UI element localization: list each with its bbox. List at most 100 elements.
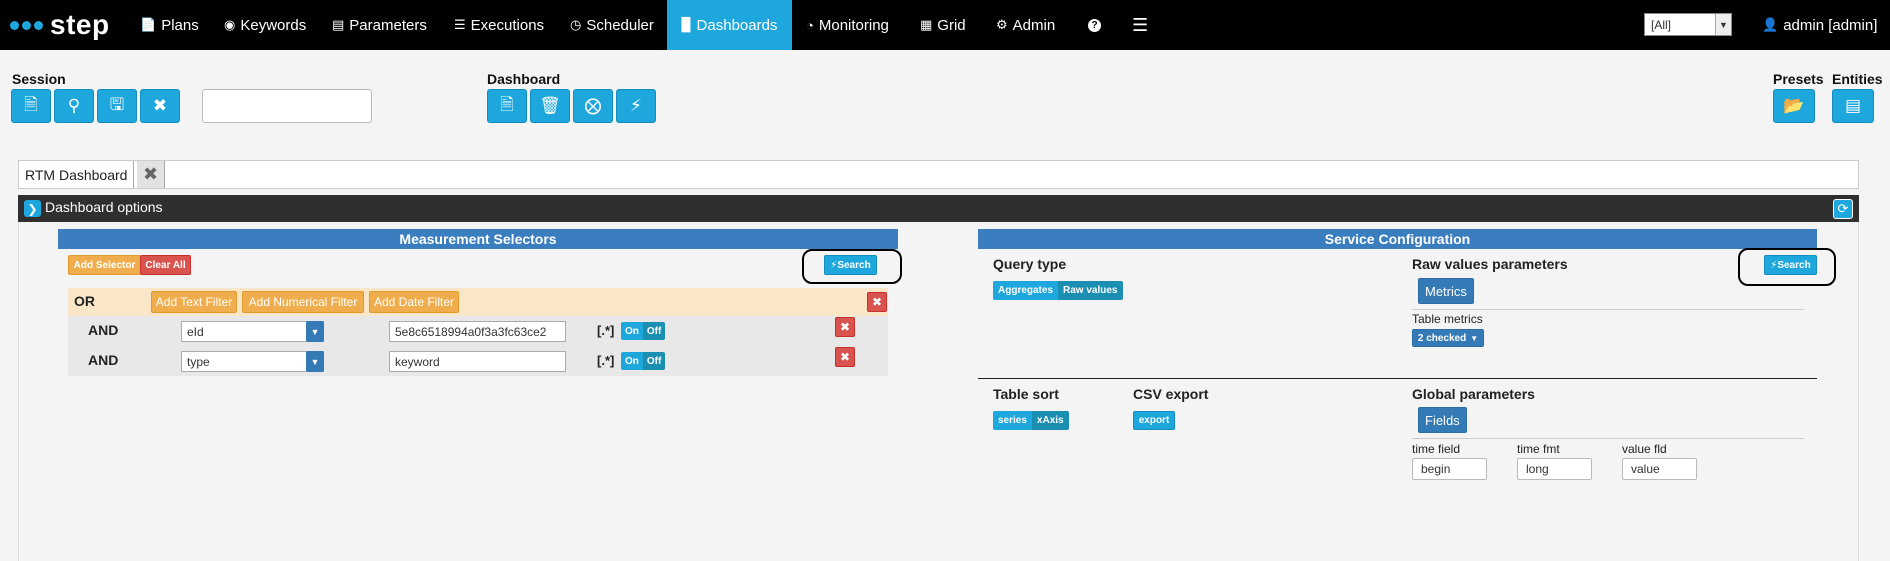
nav-parameters-label: Parameters <box>349 16 427 34</box>
chevron-right-icon[interactable]: ❯ <box>24 200 41 217</box>
table-sort-series[interactable]: series <box>993 411 1032 430</box>
save-session-button[interactable]: 🖫 <box>97 89 137 123</box>
run-all-button[interactable]: ⚡ <box>616 89 656 123</box>
menu-button[interactable]: ☰ <box>1122 0 1158 50</box>
nav-monitoring[interactable]: ◔ Monitoring <box>796 0 899 50</box>
regex-toggle-label: [.*] <box>597 323 615 338</box>
and-label: AND <box>88 352 119 368</box>
chevron-down-icon: ▼ <box>1715 14 1731 35</box>
metrics-button[interactable]: Metrics <box>1418 278 1474 304</box>
time-field-input[interactable]: begin <box>1412 458 1487 480</box>
add-date-filter-button[interactable]: Add Date Filter <box>369 291 459 313</box>
regex-toggle[interactable]: On Off <box>621 322 666 340</box>
open-presets-button[interactable]: 📂 <box>1773 89 1815 123</box>
step-logo[interactable]: step <box>10 8 110 42</box>
nav-keywords-label: Keywords <box>240 16 307 34</box>
refresh-button[interactable]: ⟳ <box>1833 199 1853 219</box>
target-icon: ◉ <box>224 17 236 32</box>
query-type-raw-values[interactable]: Raw values <box>1058 281 1123 300</box>
entities-button[interactable]: ▤ <box>1832 89 1874 123</box>
time-fmt-input[interactable]: long <box>1517 458 1592 480</box>
chevron-down-icon: ▼ <box>306 321 324 342</box>
regex-toggle[interactable]: On Off <box>621 352 666 370</box>
nav-dashboards-label: Dashboards <box>696 16 778 34</box>
nav-executions[interactable]: ☰ Executions <box>444 0 554 50</box>
new-session-button[interactable]: 🗎 <box>11 89 51 123</box>
new-dashlet-button[interactable]: 🗎 <box>487 89 527 123</box>
nav-grid[interactable]: ▦ Grid <box>910 0 976 50</box>
search-session-button[interactable]: ⚲ <box>54 89 94 123</box>
table-metrics-dropdown[interactable]: 2 checked ▼ <box>1412 329 1484 347</box>
table-sort-toggle[interactable]: series xAxis <box>993 411 1069 430</box>
filter-value-input[interactable]: keyword <box>389 351 566 372</box>
add-text-filter-button[interactable]: Add Text Filter <box>151 291 237 313</box>
user-name: admin [admin] <box>1783 16 1878 34</box>
help-button[interactable]: ? <box>1078 0 1111 50</box>
time-fmt-label: time fmt <box>1517 442 1560 456</box>
toggle-off[interactable]: Off <box>642 322 666 340</box>
nav-plans-label: Plans <box>161 16 199 34</box>
nav-keywords[interactable]: ◉ Keywords <box>214 0 316 50</box>
tenant-select[interactable]: [All] ▼ <box>1644 13 1732 36</box>
nav-admin[interactable]: ⚙ Admin <box>986 0 1065 50</box>
divider <box>1412 438 1804 439</box>
remove-all-button[interactable]: ⨂ <box>573 89 613 123</box>
fields-button[interactable]: Fields <box>1418 407 1467 433</box>
table-icon: ▤ <box>1844 96 1862 115</box>
nav-scheduler[interactable]: ◷ Scheduler <box>560 0 664 50</box>
remove-filter-button[interactable]: ✖ <box>835 317 855 337</box>
toggle-on[interactable]: On <box>621 322 643 340</box>
logo-dot-icon <box>34 20 43 30</box>
add-numerical-filter-button[interactable]: Add Numerical Filter <box>242 291 364 313</box>
bolt-icon: ⚡ <box>830 259 838 271</box>
remove-filter-button[interactable]: ✖ <box>835 347 855 367</box>
session-name-input[interactable] <box>202 89 372 123</box>
filter-field-select[interactable]: eId ▼ <box>181 321 324 342</box>
toggle-on[interactable]: On <box>621 352 643 370</box>
nav-dashboards[interactable]: ▉ Dashboards <box>667 0 792 50</box>
service-configuration-header: Service Configuration <box>978 229 1817 249</box>
dashboard-label: Dashboard <box>487 71 561 87</box>
question-icon: ? <box>1088 18 1101 32</box>
dashboard-tabs: RTM Dashboard ✖ <box>18 160 1859 189</box>
measurement-search-button[interactable]: ⚡ Search <box>824 255 877 275</box>
file-icon: 🗎 <box>500 94 514 114</box>
time-field-label: time field <box>1412 442 1461 456</box>
nav-grid-label: Grid <box>937 16 966 34</box>
nav-monitoring-label: Monitoring <box>818 16 889 34</box>
query-type-aggregates[interactable]: Aggregates <box>993 281 1059 300</box>
measurement-selectors-header: Measurement Selectors <box>58 229 898 249</box>
dashboard-options-bar[interactable]: ❯ Dashboard options ⟳ <box>18 195 1859 222</box>
tasks-icon: ☰ <box>454 17 466 32</box>
user-icon: 👤 <box>1762 17 1779 32</box>
delete-dashlet-button[interactable]: 🗑 <box>530 89 570 123</box>
tab-rtm-dashboard[interactable]: RTM Dashboard <box>19 161 135 188</box>
nav-parameters[interactable]: ▤ Parameters <box>322 0 437 50</box>
global-parameters-label: Global parameters <box>1412 386 1535 402</box>
session-label: Session <box>12 71 66 87</box>
close-icon: ✖ <box>142 164 159 184</box>
toggle-off[interactable]: Off <box>642 352 666 370</box>
query-type-toggle[interactable]: Aggregates Raw values <box>993 281 1123 300</box>
remove-or-group-button[interactable]: ✖ <box>867 292 887 312</box>
logo-text: step <box>50 9 110 40</box>
search-icon: ⚲ <box>67 96 81 115</box>
nav-plans[interactable]: 📄 Plans <box>130 0 209 50</box>
filter-value-input[interactable]: 5e8c6518994a0f3a3fc63ce2 <box>389 321 566 342</box>
service-search-button[interactable]: ⚡ Search <box>1764 255 1817 275</box>
csv-export-button[interactable]: export <box>1133 411 1175 430</box>
dashboard-options-title: Dashboard options <box>45 199 163 215</box>
close-tab-button[interactable]: ✖ <box>137 161 165 188</box>
regex-toggle-label: [.*] <box>597 353 615 368</box>
file-icon: 🗎 <box>24 94 38 114</box>
logo-dot-icon <box>22 20 31 30</box>
add-selector-button[interactable]: Add Selector <box>68 255 141 275</box>
filter-field-select[interactable]: type ▼ <box>181 351 324 372</box>
folder-open-icon: 📂 <box>1783 96 1805 115</box>
close-session-button[interactable]: ✖ <box>140 89 180 123</box>
user-menu[interactable]: 👤 admin [admin] <box>1762 0 1877 50</box>
close-icon: ✖ <box>152 96 168 115</box>
value-fld-input[interactable]: value <box>1622 458 1697 480</box>
clear-all-button[interactable]: Clear All <box>140 255 191 275</box>
table-sort-xaxis[interactable]: xAxis <box>1031 411 1069 430</box>
